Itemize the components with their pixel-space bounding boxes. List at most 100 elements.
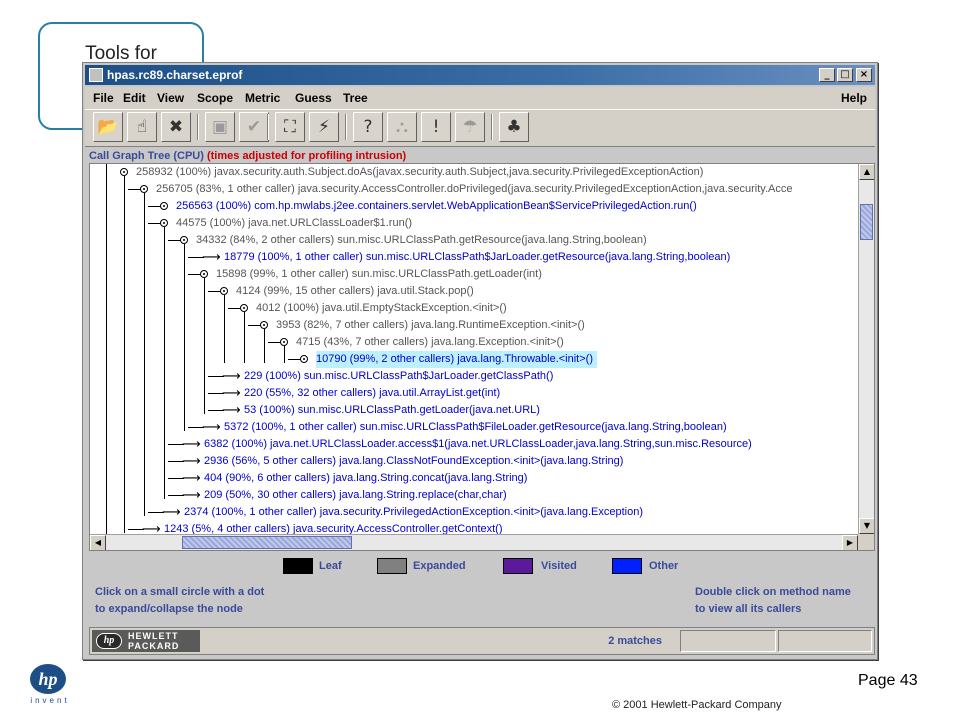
method-name[interactable]: 34332 (84%, 2 other callers) sun.misc.UR…: [196, 232, 651, 249]
legend-swatch-other: [612, 558, 642, 574]
scroll-right-button[interactable]: ▶: [842, 535, 858, 550]
leaf-arrow-icon: ⟶: [222, 369, 241, 384]
tree-row: ⟶ 229 (100%) sun.misc.URLClassPath$JarLoa…: [90, 368, 858, 385]
scroll-down-button[interactable]: ▼: [859, 518, 874, 534]
scroll-left-button[interactable]: ◀: [90, 535, 106, 550]
method-name[interactable]: 2936 (56%, 5 other callers) java.lang.Cl…: [204, 453, 627, 470]
method-name[interactable]: 5372 (100%, 1 other caller) sun.misc.URL…: [224, 419, 731, 436]
tree-row: ⟶ 209 (50%, 30 other callers) java.lang.S…: [90, 487, 858, 504]
method-name[interactable]: 18779 (100%, 1 other caller) sun.misc.UR…: [224, 249, 734, 266]
help-left-line-2: to expand/collapse the node: [95, 603, 243, 615]
check-button[interactable]: ✔: [239, 112, 269, 142]
method-name[interactable]: 4012 (100%) java.util.EmptyStackExceptio…: [256, 300, 511, 317]
method-name[interactable]: 4124 (99%, 15 other callers) java.util.S…: [236, 283, 478, 300]
menu-help[interactable]: Help: [841, 87, 867, 109]
tree-row: 44575 (100%) java.net.URLClassLoader$1.r…: [90, 215, 858, 232]
close-file-button[interactable]: ✖: [161, 112, 191, 142]
binoculars-lightning-button[interactable]: ⚡: [309, 112, 339, 142]
status-bar: hp HEWLETT PACKARD 2 matches: [89, 627, 875, 655]
tree-row: ⟶ 53 (100%) sun.misc.URLClassPath.getLoad…: [90, 402, 858, 419]
leaf-arrow-icon: ⟶: [202, 250, 221, 265]
method-name[interactable]: 229 (100%) sun.misc.URLClassPath$JarLoad…: [244, 368, 557, 385]
toolbar-separator: [491, 114, 493, 140]
menu-metric[interactable]: Metric: [245, 87, 280, 109]
weather-button[interactable]: ☂: [455, 112, 485, 142]
expand-node-icon[interactable]: [160, 219, 168, 227]
method-name[interactable]: 256705 (83%, 1 other caller) java.securi…: [156, 181, 796, 198]
leaf-arrow-icon: ⟶: [182, 437, 201, 452]
exclamation-question-button[interactable]: !: [421, 112, 451, 142]
method-name[interactable]: 4715 (43%, 7 other callers) java.lang.Ex…: [296, 334, 568, 351]
method-name[interactable]: 10790 (99%, 2 other callers) java.lang.T…: [316, 351, 597, 368]
expand-node-icon[interactable]: [120, 168, 128, 176]
leaf-arrow-icon: ⟶: [182, 454, 201, 469]
tree-row: 3953 (82%, 7 other callers) java.lang.Ru…: [90, 317, 858, 334]
method-name[interactable]: 220 (55%, 32 other callers) java.util.Ar…: [244, 385, 504, 402]
binoculars-button[interactable]: ⛶: [275, 112, 305, 142]
method-name[interactable]: 53 (100%) sun.misc.URLClassPath.getLoade…: [244, 402, 544, 419]
tree-row: 256563 (100%) com.hp.mwlabs.j2ee.contain…: [90, 198, 858, 215]
tree-row: 256705 (83%, 1 other caller) java.securi…: [90, 181, 858, 198]
elephant-button[interactable]: ⛬: [387, 112, 417, 142]
expand-node-icon[interactable]: [140, 185, 148, 193]
hp-logo-circle: hp: [30, 664, 66, 694]
tree-heading-title: Call Graph Tree (CPU): [89, 150, 204, 162]
expand-node-icon[interactable]: [160, 202, 168, 210]
vertical-scrollbar[interactable]: ▲ ▼: [858, 164, 874, 534]
menu-view[interactable]: View: [157, 87, 184, 109]
scroll-up-button[interactable]: ▲: [859, 164, 874, 180]
close-button[interactable]: ×: [856, 68, 872, 82]
method-name[interactable]: 15898 (99%, 1 other caller) sun.misc.URL…: [216, 266, 546, 283]
minimize-button[interactable]: _: [819, 68, 835, 82]
method-name[interactable]: 3953 (82%, 7 other callers) java.lang.Ru…: [276, 317, 589, 334]
horizontal-scroll-thumb[interactable]: [182, 536, 352, 549]
menu-bar: File Edit View Scope Metric Guess Tree H…: [85, 87, 875, 109]
menu-scope[interactable]: Scope: [197, 87, 233, 109]
method-name[interactable]: 256563 (100%) com.hp.mwlabs.j2ee.contain…: [176, 198, 701, 215]
vertical-scroll-thumb[interactable]: [860, 204, 873, 240]
app-icon[interactable]: [89, 68, 103, 82]
legend: Leaf Expanded Visited Other: [89, 555, 875, 579]
binoculars-lightning-icon: ⚡: [318, 117, 330, 137]
expand-node-icon[interactable]: [180, 236, 188, 244]
menu-tree[interactable]: Tree: [343, 87, 368, 109]
method-name[interactable]: 258932 (100%) javax.security.auth.Subjec…: [136, 164, 707, 181]
weather-icon: ☂: [462, 117, 478, 137]
help-right-line-2: to view all its callers: [695, 603, 802, 615]
menu-file[interactable]: File: [93, 87, 114, 109]
check-icon: ✔: [246, 117, 262, 137]
method-name[interactable]: 404 (90%, 6 other callers) java.lang.Str…: [204, 470, 531, 487]
expand-node-icon[interactable]: [280, 338, 288, 346]
menu-guess[interactable]: Guess: [295, 87, 332, 109]
open-folder-icon: 📂: [97, 117, 119, 137]
horizontal-scrollbar[interactable]: ◀ ▶: [90, 534, 858, 550]
method-name[interactable]: 209 (50%, 30 other callers) java.lang.St…: [204, 487, 511, 504]
tree-heading: Call Graph Tree (CPU) (times adjusted fo…: [89, 149, 871, 163]
tree-row: ⟶ 1243 (5%, 4 other callers) java.securit…: [90, 521, 858, 534]
legend-label-leaf: Leaf: [319, 560, 342, 572]
save-button[interactable]: ▣: [205, 112, 235, 142]
expand-node-icon[interactable]: [200, 270, 208, 278]
tree-row: 4124 (99%, 15 other callers) java.util.S…: [90, 283, 858, 300]
guess-caller-button[interactable]: ?: [353, 112, 383, 142]
expand-node-icon[interactable]: [220, 287, 228, 295]
hp-brand-line-1: HEWLETT: [128, 631, 179, 641]
save-icon: ▣: [211, 117, 229, 137]
expand-node-icon[interactable]: [300, 355, 308, 363]
hand-cursor-button[interactable]: ☝: [127, 112, 157, 142]
tree-button[interactable]: ♣: [499, 112, 529, 142]
expand-node-icon[interactable]: [240, 304, 248, 312]
help-right-line-1: Double click on method name: [695, 586, 851, 598]
leaf-arrow-icon: ⟶: [182, 471, 201, 486]
expand-node-icon[interactable]: [260, 321, 268, 329]
method-name[interactable]: 1243 (5%, 4 other callers) java.security…: [164, 521, 507, 534]
maximize-button[interactable]: □: [837, 68, 853, 82]
open-folder-button[interactable]: 📂: [93, 112, 123, 142]
method-name[interactable]: 2374 (100%, 1 other caller) java.securit…: [184, 504, 647, 521]
menu-edit[interactable]: Edit: [123, 87, 146, 109]
title-bar[interactable]: hpas.rc89.charset.eprof _ □ ×: [85, 65, 875, 85]
tree-row: 4012 (100%) java.util.EmptyStackExceptio…: [90, 300, 858, 317]
page-number: Page 43: [858, 672, 918, 689]
method-name[interactable]: 44575 (100%) java.net.URLClassLoader$1.r…: [176, 215, 416, 232]
method-name[interactable]: 6382 (100%) java.net.URLClassLoader.acce…: [204, 436, 756, 453]
